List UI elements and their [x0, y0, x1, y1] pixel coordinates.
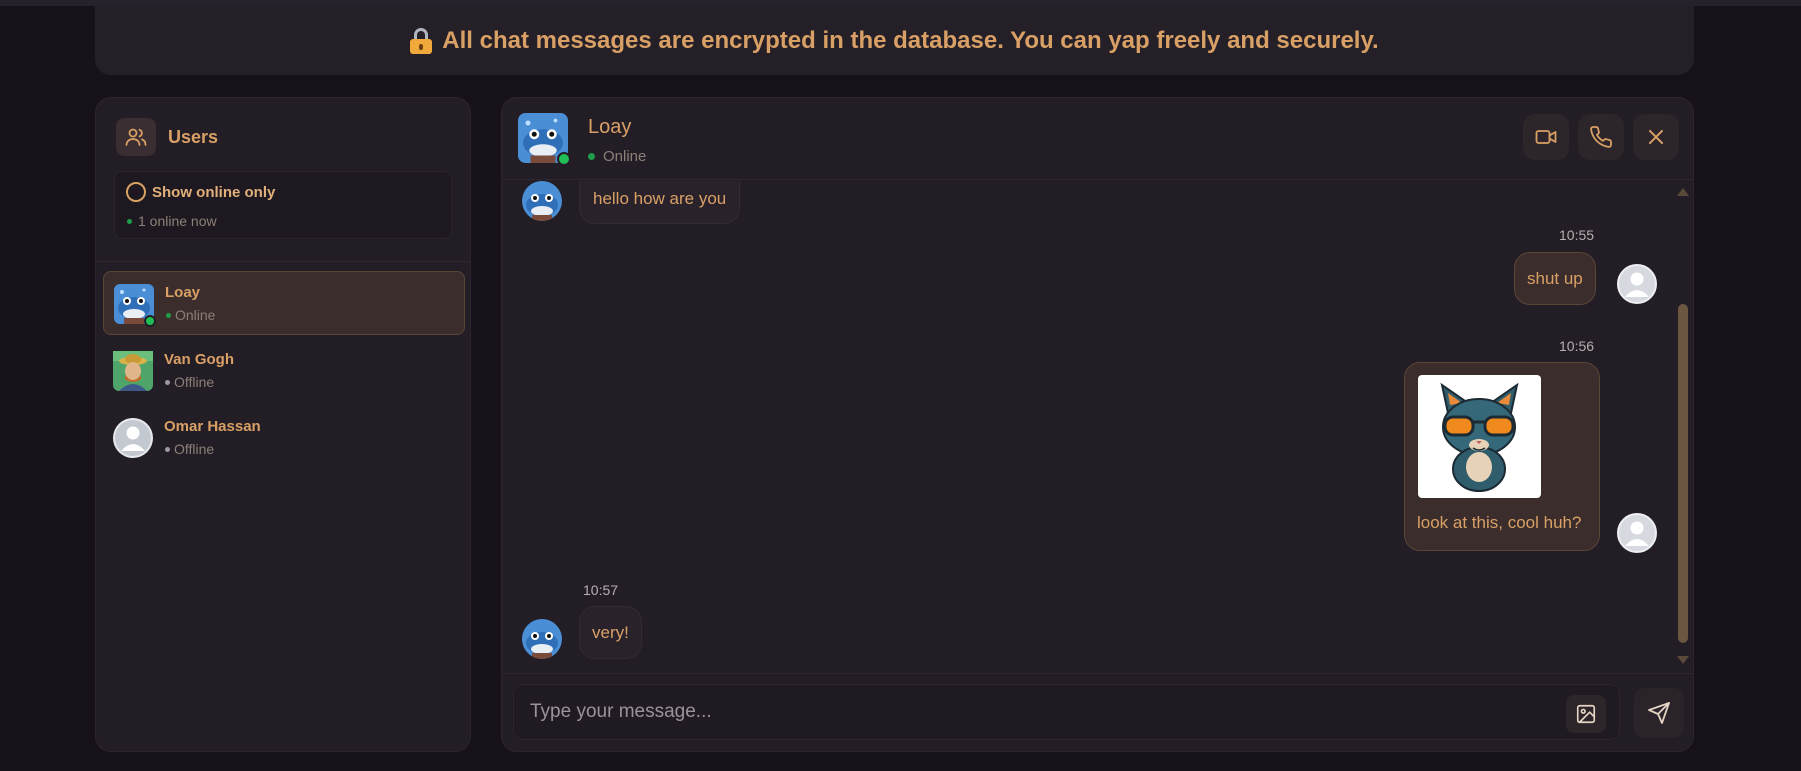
encryption-banner: All chat messages are encrypted in the d…	[95, 6, 1694, 75]
online-count-text: 1 online now	[138, 213, 217, 229]
message-text: very!	[592, 623, 629, 642]
status-dot-icon	[166, 312, 171, 318]
show-online-label[interactable]: Show online only	[152, 184, 275, 201]
phone-icon	[1590, 126, 1612, 148]
chat-header: Loay Online	[502, 98, 1693, 180]
online-count: 1 online now	[127, 213, 217, 229]
lock-icon	[410, 27, 433, 54]
sender-avatar	[1617, 264, 1657, 304]
status-dot-icon	[165, 446, 170, 452]
user-status-text: Offline	[174, 374, 215, 390]
banner-text: All chat messages are encrypted in the d…	[442, 26, 1379, 54]
video-call-button[interactable]	[1523, 114, 1569, 160]
scroll-down-icon[interactable]	[1677, 656, 1689, 664]
user-status: Offline	[165, 441, 214, 457]
status-dot-icon	[165, 379, 170, 385]
close-chat-button[interactable]	[1633, 114, 1679, 160]
user-status-text: Online	[175, 307, 216, 323]
cat-sticker-image[interactable]	[1418, 375, 1541, 498]
user-name: Loay	[165, 284, 201, 301]
image-icon	[1576, 704, 1596, 724]
online-dot-icon	[127, 218, 132, 224]
sidebar-header: Users	[116, 118, 218, 156]
message-scrollbar[interactable]	[1677, 188, 1689, 664]
contact-status: Online	[588, 148, 646, 165]
user-item-omar-hassan[interactable]: Omar Hassan Offline	[103, 406, 465, 470]
message-text: hello how are you	[593, 189, 727, 208]
show-online-toggle[interactable]: Show online only	[126, 182, 275, 202]
online-status-badge	[557, 152, 571, 166]
online-status-badge	[144, 315, 156, 327]
message-bubble: very!	[579, 606, 642, 659]
sender-avatar	[1617, 513, 1657, 553]
send-button[interactable]	[1634, 688, 1684, 738]
message-bubble: hello how are you	[579, 181, 741, 224]
user-status: Online	[166, 307, 215, 323]
users-sidebar: Users Show online only 1 online now Loay…	[95, 97, 471, 752]
message-input[interactable]	[513, 684, 1620, 740]
online-filter: Show online only 1 online now	[114, 171, 452, 239]
message-bubble: shut up	[1514, 252, 1596, 305]
user-status-text: Offline	[174, 441, 215, 457]
sender-avatar	[522, 181, 562, 221]
sender-avatar	[522, 619, 562, 659]
contact-name: Loay	[588, 116, 632, 138]
status-dot-icon	[588, 153, 595, 160]
message-text: shut up	[1527, 269, 1583, 288]
user-status: Offline	[165, 374, 214, 390]
user-name: Van Gogh	[164, 351, 235, 368]
message-time: 10:57	[583, 582, 619, 598]
avatar	[113, 351, 153, 391]
message-bubble: look at this, cool huh?	[1404, 362, 1600, 551]
send-icon	[1648, 702, 1670, 724]
message-text: look at this, cool huh?	[1417, 513, 1582, 532]
attach-image-button[interactable]	[1566, 695, 1606, 733]
avatar	[113, 418, 153, 458]
video-icon	[1535, 130, 1557, 144]
user-item-van-gogh[interactable]: Van Gogh Offline	[103, 339, 465, 403]
message-time: 10:55	[1559, 227, 1595, 243]
sidebar-divider	[96, 261, 470, 262]
user-name: Omar Hassan	[164, 418, 261, 435]
close-icon	[1649, 130, 1663, 144]
composer	[502, 673, 1693, 753]
scroll-thumb[interactable]	[1678, 304, 1688, 643]
message-list: hello how are you 10:55 shut up 10:56 lo…	[502, 181, 1693, 666]
contact-status-text: Online	[603, 148, 647, 165]
sidebar-title: Users	[168, 126, 219, 147]
chat-panel: Loay Online hello how are you 10:55 shut…	[501, 97, 1694, 752]
show-online-radio[interactable]	[126, 182, 146, 202]
user-item-loay[interactable]: Loay Online	[103, 271, 465, 335]
users-icon	[116, 118, 156, 156]
scroll-up-icon[interactable]	[1677, 188, 1689, 196]
message-time: 10:56	[1559, 338, 1595, 354]
voice-call-button[interactable]	[1578, 114, 1624, 160]
